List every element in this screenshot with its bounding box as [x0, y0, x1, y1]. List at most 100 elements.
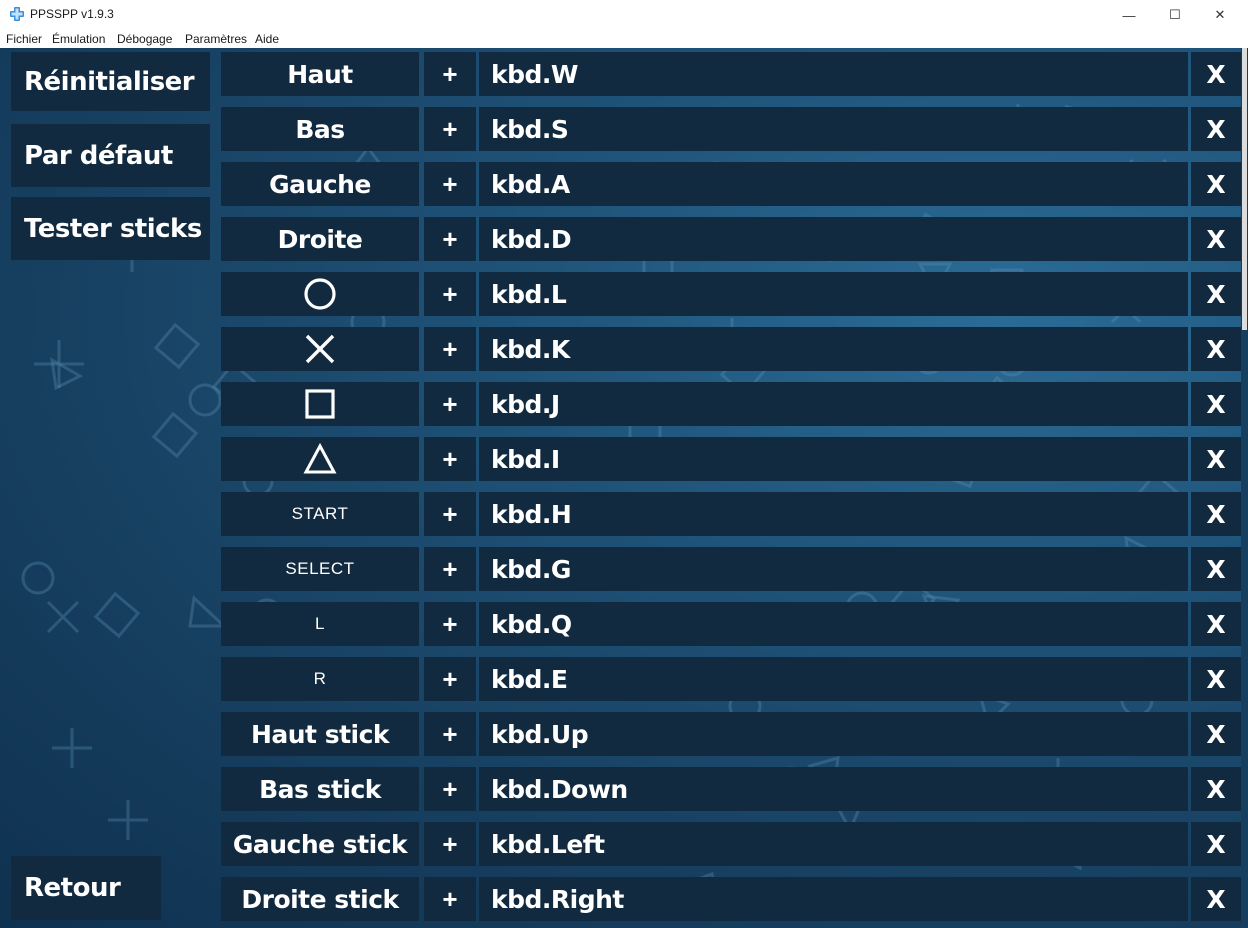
mapped-key-button[interactable]: kbd.H: [479, 492, 1188, 536]
ppsspp-logo-icon: [10, 7, 24, 21]
add-mapping-button[interactable]: +: [424, 602, 476, 646]
mapping-row: L + kbd.Q X: [221, 602, 1241, 646]
mapping-row: + kbd.L X: [221, 272, 1241, 316]
add-mapping-button[interactable]: +: [424, 822, 476, 866]
remove-mapping-button[interactable]: X: [1191, 327, 1241, 371]
triangle-icon: [303, 442, 337, 474]
mapping-button-name: SELECT: [221, 547, 419, 591]
mapping-button-name: Gauche stick: [221, 822, 419, 866]
mapped-key-button[interactable]: kbd.Up: [479, 712, 1188, 756]
circle-icon: [304, 278, 336, 310]
close-button[interactable]: ✕: [1197, 0, 1243, 30]
mapped-key-button[interactable]: kbd.S: [479, 107, 1188, 151]
mapping-button-name: [221, 382, 419, 426]
add-mapping-button[interactable]: +: [424, 272, 476, 316]
scrollbar[interactable]: [1241, 48, 1248, 928]
mapping-button-name: Gauche: [221, 162, 419, 206]
mapping-button-name: Droite: [221, 217, 419, 261]
remove-mapping-button[interactable]: X: [1191, 657, 1241, 701]
mapping-button-name: Bas stick: [221, 767, 419, 811]
remove-mapping-button[interactable]: X: [1191, 107, 1241, 151]
mapped-key-button[interactable]: kbd.Right: [479, 877, 1188, 921]
mapping-row: + kbd.I X: [221, 437, 1241, 481]
add-mapping-button[interactable]: +: [424, 492, 476, 536]
mapping-row: Gauche stick + kbd.Left X: [221, 822, 1241, 866]
test-sticks-button[interactable]: Tester sticks: [11, 197, 210, 260]
back-button[interactable]: Retour: [11, 856, 161, 920]
mapping-button-name: [221, 437, 419, 481]
mapping-row: Haut + kbd.W X: [221, 52, 1241, 96]
add-mapping-button[interactable]: +: [424, 162, 476, 206]
remove-mapping-button[interactable]: X: [1191, 712, 1241, 756]
mapping-row: Gauche + kbd.A X: [221, 162, 1241, 206]
mapped-key-button[interactable]: kbd.G: [479, 547, 1188, 591]
cross-icon: [305, 334, 335, 364]
add-mapping-button[interactable]: +: [424, 712, 476, 756]
mapping-button-name: Droite stick: [221, 877, 419, 921]
remove-mapping-button[interactable]: X: [1191, 162, 1241, 206]
maximize-button[interactable]: ☐: [1152, 0, 1198, 30]
mapping-row: R + kbd.E X: [221, 657, 1241, 701]
mapping-row: SELECT + kbd.G X: [221, 547, 1241, 591]
menu-bar: Fichier Émulation Débogage Paramètres Ai…: [0, 30, 1248, 48]
remove-mapping-button[interactable]: X: [1191, 767, 1241, 811]
mapped-key-button[interactable]: kbd.W: [479, 52, 1188, 96]
mapping-row: Haut stick + kbd.Up X: [221, 712, 1241, 756]
control-mapping-screen: Réinitialiser Par défaut Tester sticks R…: [0, 48, 1248, 928]
add-mapping-button[interactable]: +: [424, 657, 476, 701]
mapping-row: Bas + kbd.S X: [221, 107, 1241, 151]
mapping-row: Droite stick + kbd.Right X: [221, 877, 1241, 921]
mapping-row: + kbd.J X: [221, 382, 1241, 426]
add-mapping-button[interactable]: +: [424, 52, 476, 96]
remove-mapping-button[interactable]: X: [1191, 382, 1241, 426]
remove-mapping-button[interactable]: X: [1191, 822, 1241, 866]
remove-mapping-button[interactable]: X: [1191, 547, 1241, 591]
mapped-key-button[interactable]: kbd.L: [479, 272, 1188, 316]
title-bar: PPSSPP v1.9.3 — ☐ ✕: [0, 0, 1248, 30]
remove-mapping-button[interactable]: X: [1191, 602, 1241, 646]
mapped-key-button[interactable]: kbd.Left: [479, 822, 1188, 866]
mapping-button-name: Bas: [221, 107, 419, 151]
default-button[interactable]: Par défaut: [11, 124, 210, 187]
add-mapping-button[interactable]: +: [424, 382, 476, 426]
remove-mapping-button[interactable]: X: [1191, 217, 1241, 261]
mapped-key-button[interactable]: kbd.A: [479, 162, 1188, 206]
remove-mapping-button[interactable]: X: [1191, 492, 1241, 536]
mapped-key-button[interactable]: kbd.E: [479, 657, 1188, 701]
add-mapping-button[interactable]: +: [424, 877, 476, 921]
scrollbar-thumb[interactable]: [1242, 48, 1247, 330]
mapped-key-button[interactable]: kbd.Q: [479, 602, 1188, 646]
mapping-button-name: R: [221, 657, 419, 701]
menu-fichier[interactable]: Fichier: [6, 32, 42, 46]
reset-button[interactable]: Réinitialiser: [11, 52, 210, 111]
remove-mapping-button[interactable]: X: [1191, 877, 1241, 921]
add-mapping-button[interactable]: +: [424, 437, 476, 481]
square-icon: [305, 389, 335, 419]
remove-mapping-button[interactable]: X: [1191, 52, 1241, 96]
mapped-key-button[interactable]: kbd.J: [479, 382, 1188, 426]
mapping-button-name: [221, 272, 419, 316]
mapping-button-name: Haut stick: [221, 712, 419, 756]
mapping-button-name: Haut: [221, 52, 419, 96]
window-title: PPSSPP v1.9.3: [30, 7, 114, 21]
menu-aide[interactable]: Aide: [255, 32, 279, 46]
minimize-button[interactable]: —: [1106, 0, 1152, 30]
mapped-key-button[interactable]: kbd.Down: [479, 767, 1188, 811]
add-mapping-button[interactable]: +: [424, 547, 476, 591]
mapping-row: START + kbd.H X: [221, 492, 1241, 536]
mapping-button-name: [221, 327, 419, 371]
add-mapping-button[interactable]: +: [424, 217, 476, 261]
add-mapping-button[interactable]: +: [424, 327, 476, 371]
menu-emulation[interactable]: Émulation: [52, 32, 105, 46]
mapping-button-name: L: [221, 602, 419, 646]
remove-mapping-button[interactable]: X: [1191, 437, 1241, 481]
remove-mapping-button[interactable]: X: [1191, 272, 1241, 316]
menu-parametres[interactable]: Paramètres: [185, 32, 247, 46]
add-mapping-button[interactable]: +: [424, 107, 476, 151]
menu-debogage[interactable]: Débogage: [117, 32, 172, 46]
mapping-row: + kbd.K X: [221, 327, 1241, 371]
mapped-key-button[interactable]: kbd.K: [479, 327, 1188, 371]
add-mapping-button[interactable]: +: [424, 767, 476, 811]
mapped-key-button[interactable]: kbd.D: [479, 217, 1188, 261]
mapped-key-button[interactable]: kbd.I: [479, 437, 1188, 481]
